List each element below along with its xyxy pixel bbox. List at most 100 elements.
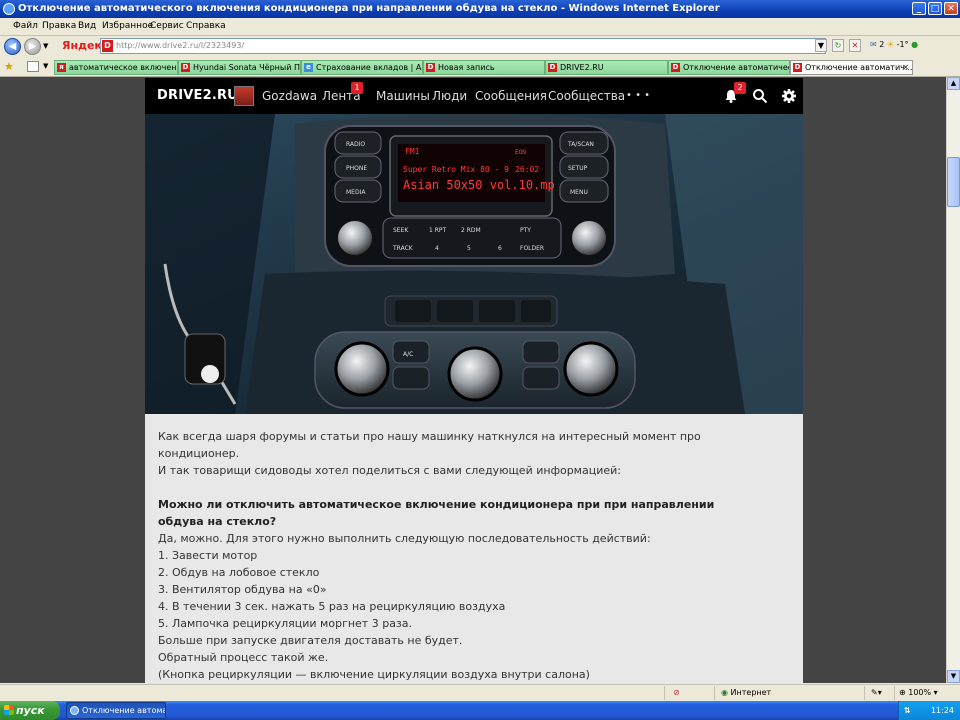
list-item: 2. Обдув на лобовое стекло <box>158 566 320 579</box>
internet-explorer-icon <box>70 706 79 715</box>
article-paragraph: И так товарищи сидоводы хотел поделиться… <box>158 464 621 477</box>
forward-button[interactable]: ▶ <box>24 38 41 55</box>
tab-1[interactable]: я автоматическое включени... <box>54 60 178 75</box>
tray-network-icon[interactable]: ⇅ <box>904 701 911 720</box>
quick-tabs-icon[interactable] <box>27 61 39 72</box>
tab-favicon: D <box>793 63 802 72</box>
nav-messages-link[interactable]: Сообщения <box>475 89 547 103</box>
internet-explorer-icon <box>3 3 15 15</box>
menu-bar: Файл Правка Вид Избранное Сервис Справка <box>0 18 960 36</box>
close-tab-icon[interactable]: ✕ <box>902 61 909 74</box>
menu-btn-label: MENU <box>570 189 588 196</box>
tab-list-dropdown-icon[interactable]: ▼ <box>43 62 48 70</box>
taskbar-item-label: Отключение автома... <box>82 706 166 715</box>
tab-3[interactable]: e Страхование вкладов | Аг... <box>301 60 423 75</box>
stop-button[interactable]: ✕ <box>849 39 861 52</box>
scrollbar-thumb[interactable] <box>947 157 960 207</box>
menu-tools[interactable]: Сервис <box>150 21 184 31</box>
list-item: 1. Завести мотор <box>158 549 258 562</box>
taskbar-item-ie[interactable]: Отключение автома... <box>66 702 166 719</box>
tab-favicon: я <box>57 63 66 72</box>
toolbar-widgets: ✉ 2 ☀ -1° ● <box>870 40 918 49</box>
status-bar: ⊘ ◉ Интернет ✎▾ ⊕ 100% ▾ <box>0 684 960 702</box>
refresh-button[interactable]: ↻ <box>832 39 844 52</box>
drive2-logo[interactable]: DRIVE2.RU <box>157 88 238 103</box>
nav-communities-link[interactable]: Сообщества <box>548 89 625 103</box>
tray-clock[interactable]: 11:24 <box>931 701 954 720</box>
tab-4[interactable]: D Новая запись <box>423 60 545 75</box>
menu-view[interactable]: Вид <box>78 21 96 31</box>
radio-band: FM1 <box>405 147 420 156</box>
article-paragraph: Обратный процесс такой же. <box>158 651 329 664</box>
favorites-star-icon[interactable]: ★ <box>4 60 14 73</box>
tab-favicon: D <box>181 63 190 72</box>
status-security-cell: ⊘ <box>664 686 715 700</box>
radio-time: 26:02 <box>515 165 539 174</box>
radio-btn-label: RADIO <box>346 141 365 148</box>
tab-5[interactable]: D DRIVE2.RU <box>545 60 668 75</box>
phone-btn-label: PHONE <box>346 165 367 172</box>
radio-file-line: Asian 50x50 vol.10.mp <box>403 178 555 192</box>
article-paragraph: Да, можно. Для этого нужно выполнить сле… <box>158 532 651 545</box>
btn-4-label: 4 <box>435 245 439 252</box>
status-zoom-cell[interactable]: ⊕ 100% ▾ <box>894 686 960 700</box>
article-body: Как всегда шаря форумы и статьи про нашу… <box>158 428 758 683</box>
windows-taskbar: пуск Отключение автома... ⇅ 11:24 <box>0 701 960 720</box>
address-bar[interactable]: D http://www.drive2.ru/l/2323493/ <box>100 38 826 54</box>
vertical-scrollbar[interactable]: ▲ ▼ <box>946 77 960 683</box>
radio-track-line: Super Retro Mix 80 - 9 <box>403 165 509 174</box>
status-zone-label: Интернет <box>730 688 772 697</box>
weather-icon[interactable]: ☀ <box>887 40 894 49</box>
address-url: http://www.drive2.ru/l/2323493/ <box>116 41 245 50</box>
internet-zone-icon: ◉ <box>721 688 728 697</box>
maximize-button[interactable]: □ <box>928 2 942 15</box>
address-dropdown-button[interactable]: ▼ <box>815 39 827 52</box>
menu-favorites[interactable]: Избранное <box>102 21 153 31</box>
seek-btn-label: SEEK <box>393 227 409 234</box>
menu-help[interactable]: Справка <box>186 21 226 31</box>
tab-6[interactable]: DОтключение автоматическ... <box>668 60 790 75</box>
window-title-bar[interactable]: Отключение автоматического включения кон… <box>0 0 960 18</box>
tab-7-active[interactable]: D Отключение автоматич... ✕ <box>790 60 913 75</box>
system-tray: ⇅ 11:24 <box>898 701 960 720</box>
close-window-button[interactable]: ✕ <box>944 2 958 15</box>
menu-edit[interactable]: Правка <box>42 21 76 31</box>
protected-mode-icon[interactable]: ✎▾ <box>871 688 882 697</box>
radio-eon: EON <box>515 149 526 156</box>
windows-flag-icon <box>4 705 14 715</box>
btn-6-label: 6 <box>498 245 502 252</box>
search-icon[interactable] <box>752 88 768 104</box>
mail-count: 2 <box>879 40 885 49</box>
zoom-icon: ⊕ <box>899 688 906 697</box>
nav-cars-link[interactable]: Машины <box>376 89 430 103</box>
nav-user-link[interactable]: Gozdawa <box>262 89 317 103</box>
user-avatar[interactable] <box>234 86 254 106</box>
tab-favicon: D <box>671 63 680 72</box>
zoom-dropdown-icon[interactable]: ▾ <box>934 688 938 697</box>
list-item: 4. В течении 3 сек. нажать 5 раз на реци… <box>158 600 506 613</box>
settings-gear-icon[interactable] <box>781 88 797 104</box>
ac-btn-label: A/C <box>403 351 413 358</box>
status-zone-cell: ◉ Интернет <box>714 686 865 700</box>
minimize-button[interactable]: _ <box>912 2 926 15</box>
security-report-icon[interactable]: ⊘ <box>673 688 680 697</box>
tab-label: Страхование вкладов | Аг... <box>316 63 423 72</box>
back-button[interactable]: ◀ <box>4 38 21 55</box>
nav-people-link[interactable]: Люди <box>432 89 467 103</box>
tab-label: Отключение автоматич... <box>805 63 913 72</box>
nav-more-icon[interactable]: • • • <box>626 90 650 101</box>
tab-favicon: D <box>426 63 435 72</box>
mail-icon[interactable]: ✉ <box>870 40 877 49</box>
history-dropdown-icon[interactable]: ▼ <box>43 42 48 50</box>
tab-label: Hyundai Sonata Чёрный Пеп... <box>193 63 300 72</box>
media-btn-label: MEDIA <box>346 189 366 196</box>
tab-favicon: D <box>548 63 557 72</box>
scroll-down-arrow-icon[interactable]: ▼ <box>947 670 960 683</box>
menu-file[interactable]: Файл <box>13 21 38 31</box>
tab-2[interactable]: DHyundai Sonata Чёрный Пеп... <box>178 60 301 75</box>
start-button[interactable]: пуск <box>0 701 60 720</box>
window-title: Отключение автоматического включения кон… <box>18 3 720 14</box>
addon-icon[interactable]: ● <box>911 40 918 49</box>
zoom-level: 100% <box>908 688 932 697</box>
scroll-up-arrow-icon[interactable]: ▲ <box>947 77 960 90</box>
